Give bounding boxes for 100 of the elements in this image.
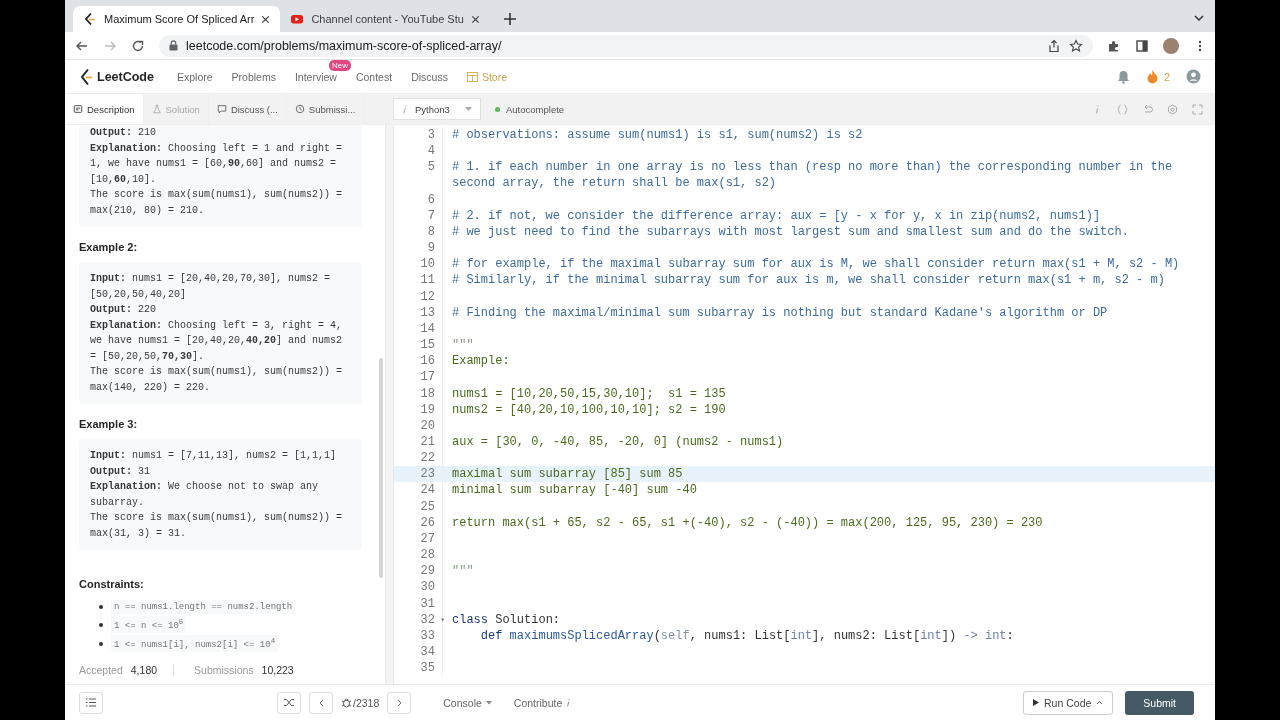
line-number: 32 (420, 611, 435, 628)
contribute-button[interactable]: Contribute (513, 696, 571, 709)
line-number: 14 (420, 320, 435, 338)
info-icon (566, 698, 571, 707)
play-icon (1033, 699, 1040, 706)
line-number: 19 (420, 401, 435, 418)
shuffle-button[interactable] (277, 691, 301, 714)
example-text: The score is max(sum(nums1), sum(nums2)) = max(210, 80) = 210. (90, 188, 344, 218)
profile-avatar[interactable] (1163, 37, 1179, 54)
caret-icon (485, 700, 492, 705)
close-icon[interactable] (470, 14, 480, 24)
example-text: The score is max(sum(nums1), sum(nums2)) = max(140, 220) = 220. (90, 365, 344, 395)
line-number: 12 (420, 288, 435, 305)
flame-icon[interactable] (1145, 69, 1159, 84)
constraint-text: 1 <= n <= 10$^{5}$ (111, 616, 187, 633)
example-text: Output: 31 (90, 464, 152, 479)
puzzle-icon[interactable] (1107, 38, 1121, 53)
example-text: The score is max(sum(nums1), sum(nums2)) = max(31, 3) = 31. (90, 511, 344, 541)
settings-icon[interactable] (1167, 103, 1178, 115)
panel-tab[interactable]: Submissi... (286, 94, 365, 124)
bullet-icon (99, 622, 103, 627)
url-text: leetcode.com/problems/maximum-score-of-spliced-array/ (186, 38, 503, 53)
console-button[interactable]: Console (443, 696, 492, 709)
code-line: """ (451, 337, 475, 354)
clock-icon (294, 104, 305, 114)
new-badge: New (328, 59, 351, 71)
fold-marker[interactable]: ▾ (440, 611, 445, 628)
line-number: 13 (420, 304, 435, 321)
nav-link[interactable]: Explore (176, 70, 213, 83)
nav-link[interactable]: Problems (231, 70, 276, 83)
browser-tab[interactable]: Maximum Score Of Spliced Arr (73, 6, 281, 32)
code-line: # Finding the maximal/minimal sum subarray is nothing but standard Kadane's algorithm or DP (451, 304, 1109, 321)
braces-icon[interactable] (1117, 103, 1128, 115)
line-number: 20 (420, 417, 435, 434)
autocomplete-toggle[interactable]: Autocomplete (495, 103, 565, 115)
share-icon[interactable] (1047, 38, 1061, 53)
scrollbar[interactable] (379, 358, 383, 578)
leetcode-logo-icon[interactable] (79, 67, 93, 86)
code-line: # Similarly, if the minimal subarray sum for aux is m, we shall consider return max(s1 + m, s2 - m) (451, 272, 1166, 289)
caret-up-icon (1096, 700, 1104, 705)
code-line: maximal sum subarray [85] sum 85 (451, 466, 684, 483)
panel-tab[interactable]: Description (65, 94, 144, 124)
line-number: 16 (420, 353, 435, 370)
line-number: 29 (420, 563, 435, 580)
line-number: 18 (420, 385, 435, 402)
code-line: """ (451, 563, 475, 580)
language-dropdown[interactable]: Python3 (393, 98, 481, 120)
list-icon (86, 698, 96, 707)
line-number: 33 (420, 627, 435, 644)
run-code-button[interactable]: Run Code (1023, 690, 1114, 715)
close-icon[interactable] (261, 14, 271, 24)
stat-label: Submissions (194, 664, 254, 676)
code-line: # we just need to find the subarrays with most largest sum and smallest sum and do the switch. (451, 223, 1130, 241)
bug-icon (341, 697, 352, 708)
example-heading: Example 3: (79, 418, 139, 430)
comment-icon (216, 104, 227, 114)
code-line: Example: (451, 353, 511, 370)
problem-list-button[interactable] (79, 691, 103, 714)
reload-icon[interactable] (131, 38, 145, 53)
line-number: 21 (420, 433, 435, 451)
bullet-icon (99, 641, 103, 646)
undo-icon[interactable] (1142, 103, 1153, 115)
chevron-down-icon[interactable] (1193, 12, 1205, 24)
brand-name[interactable]: LeetCode (97, 69, 154, 84)
code-line: nums2 = [40,20,10,100,10,10]; s2 = 190 (451, 401, 727, 418)
code-line: # 1. if each number in one array is no less than (resp no more than) the corresponding number in the second array, the return shall be max(s1, s2) (451, 159, 1174, 192)
stat-value: 10,223 (261, 664, 294, 676)
chevron-right-icon (396, 698, 402, 707)
line-number: 15 (420, 337, 435, 354)
constraints-heading: Constraints: (79, 578, 145, 590)
code-line: aux = [30, 0, -40, 85, -20, 0] (nums2 - nums1) (451, 433, 785, 451)
line-number: 11 (420, 272, 435, 289)
code-line: def maximumsSplicedArray(self, nums1: List[int], nums2: List[int]) -> int: (479, 627, 1015, 644)
user-icon[interactable] (1186, 69, 1201, 84)
line-number: 23 (420, 466, 435, 483)
lock-icon (169, 40, 178, 51)
code-line: nums1 = [10,20,50,15,30,10]; s1 = 135 (451, 385, 727, 402)
submit-button[interactable]: Submit (1125, 690, 1194, 715)
stat-label: Accepted (79, 664, 123, 676)
nav-link[interactable]: Contest (355, 70, 393, 83)
info-icon (402, 104, 407, 114)
line-number: 5 (427, 159, 435, 177)
code-line: minimal sum subarray [-40] sum -40 (451, 482, 698, 499)
document-icon (73, 104, 83, 114)
line-number: 31 (420, 595, 435, 612)
panel-tab[interactable]: Discuss (... (208, 94, 287, 124)
star-icon[interactable] (1069, 38, 1083, 53)
chevron-left-icon (318, 698, 324, 707)
browser-tab[interactable]: Channel content - YouTube Stu (280, 6, 490, 32)
constraint-text: 1 <= nums1[i], nums2[i] <= 10$^{4}$ (111, 635, 279, 652)
example-text: Explanation: We choose not to swap any subarray. (90, 480, 320, 510)
example-text: Input: nums1 = [7,11,13], nums2 = [1,1,1] (90, 449, 338, 463)
bell-icon[interactable] (1116, 69, 1130, 84)
leetcode-logo-icon (83, 12, 97, 26)
nav-link[interactable]: Interview (294, 70, 337, 83)
nav-link[interactable]: Discuss (411, 70, 448, 83)
line-number: 30 (420, 579, 435, 596)
line-number: 10 (420, 256, 435, 273)
side-panel-icon[interactable] (1135, 38, 1149, 53)
address-bar[interactable]: leetcode.com/problems/maximum-score-of-spliced-array/ (159, 34, 1093, 57)
